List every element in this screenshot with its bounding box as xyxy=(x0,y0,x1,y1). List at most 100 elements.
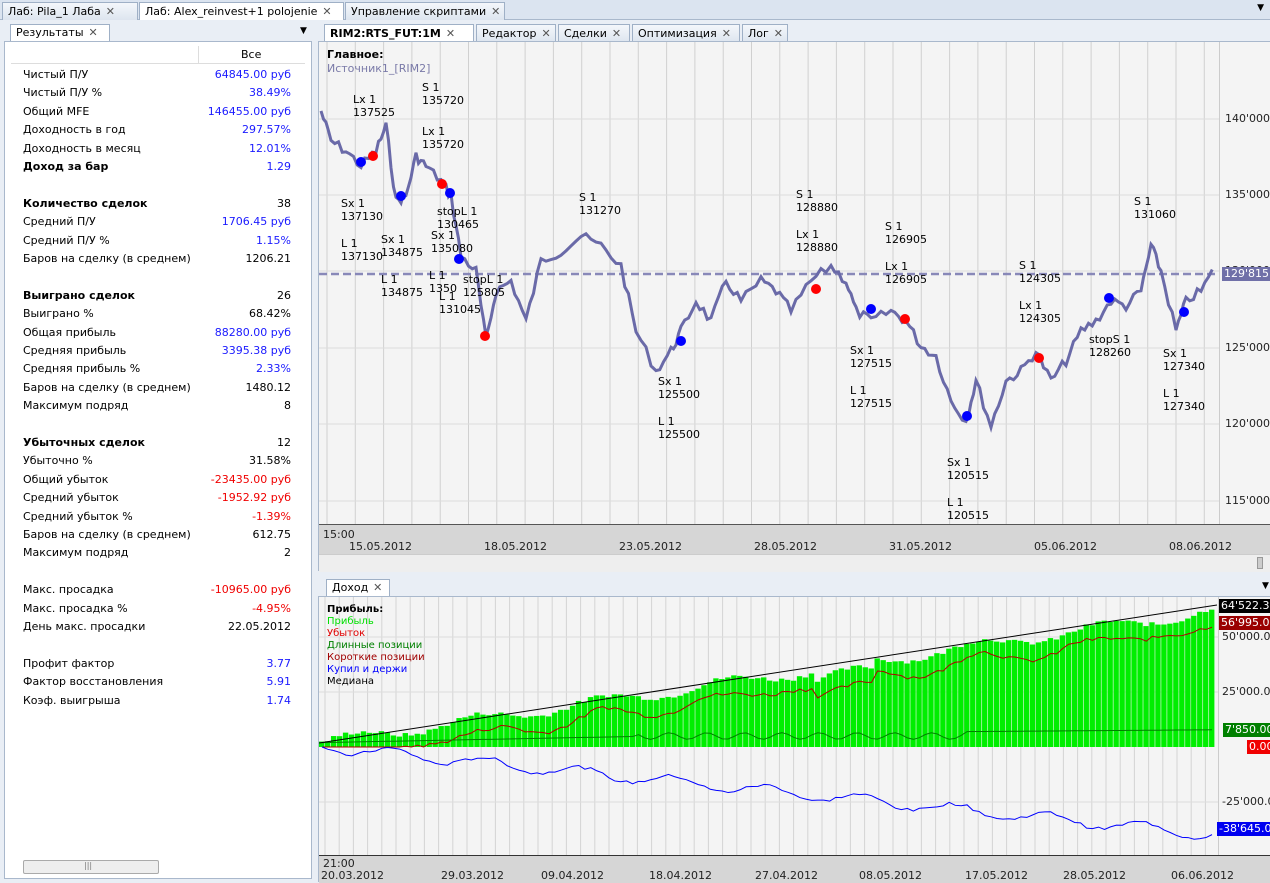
profit-bar xyxy=(778,678,785,747)
tab-log[interactable]: Лог ✕ xyxy=(742,24,788,42)
trade-marker xyxy=(811,284,821,294)
result-row xyxy=(23,563,291,581)
result-row: День макс. просадки 22.05.2012 xyxy=(23,618,291,636)
x-tick: 05.06.2012 xyxy=(1034,540,1097,553)
close-icon[interactable]: ✕ xyxy=(373,581,382,594)
profit-bar xyxy=(1209,609,1215,747)
tab-lab-pila[interactable]: Лаб: Pila_1 Лаба ✕ xyxy=(2,2,138,20)
trade-annotation: L 1 127340 xyxy=(1163,387,1205,413)
tab-chart-rim2[interactable]: RIM2:RTS_FUT:1M ✕ xyxy=(324,24,474,42)
close-icon[interactable]: ✕ xyxy=(106,5,115,18)
x-tick: 20.03.2012 xyxy=(321,869,384,882)
row-label: Макс. просадка % xyxy=(23,601,128,615)
legend-item: Купил и держи xyxy=(327,664,408,675)
result-row: Средний П/У 1706.45 руб xyxy=(23,213,291,231)
profit-bar xyxy=(516,716,522,747)
row-label: Общий MFE xyxy=(23,104,90,118)
profit-bar xyxy=(665,696,671,747)
profit-bar xyxy=(982,639,988,747)
row-label: Баров на сделку (в среднем) xyxy=(23,252,191,265)
horizontal-scrollbar[interactable]: ||| xyxy=(23,860,159,874)
row-label: Средняя прибыль xyxy=(23,344,127,357)
profit-bar xyxy=(534,715,540,747)
result-row: Макс. просадка % -4.95% xyxy=(23,600,291,618)
profit-bar xyxy=(1137,622,1143,747)
trade-annotation: Sx 1 127340 xyxy=(1163,347,1205,373)
profit-bar xyxy=(593,695,600,747)
close-icon[interactable]: ✕ xyxy=(774,27,783,40)
result-row xyxy=(23,268,291,286)
short-tag: 56'995.00 xyxy=(1219,616,1270,630)
profit-bar xyxy=(1089,625,1095,747)
tab-lab-alex[interactable]: Лаб: Alex_reinvest+1 polojenie ✕ xyxy=(139,2,344,20)
trade-marker xyxy=(1034,353,1044,363)
tab-editor[interactable]: Редактор ✕ xyxy=(476,24,556,42)
dropdown-icon[interactable]: ▼ xyxy=(1257,3,1264,13)
tab-optimization[interactable]: Оптимизация ✕ xyxy=(632,24,740,42)
profit-bar xyxy=(1161,624,1167,747)
profit-bar xyxy=(749,678,755,747)
profit-bar xyxy=(946,648,952,747)
trade-marker xyxy=(396,191,406,201)
close-icon[interactable]: ✕ xyxy=(446,27,455,40)
profit-bar xyxy=(486,715,492,747)
close-icon[interactable]: ✕ xyxy=(322,5,331,18)
profit-bar xyxy=(569,705,576,747)
profit-bar xyxy=(360,731,367,747)
profit-bar xyxy=(456,718,462,747)
result-row: Максимум подряд 8 xyxy=(23,397,291,415)
result-row: Баров на сделку (в среднем) 612.75 xyxy=(23,526,291,544)
trade-annotation: L 1 125500 xyxy=(658,415,700,441)
x-tick: 18.05.2012 xyxy=(484,540,547,553)
row-label: Баров на сделку (в среднем) xyxy=(23,528,191,541)
profit-bar xyxy=(838,668,845,747)
profit-bar xyxy=(1125,620,1131,747)
profit-bar xyxy=(545,716,552,747)
result-row xyxy=(23,636,291,654)
row-value: 2 xyxy=(284,546,291,560)
row-value: 1480.12 xyxy=(245,380,292,394)
y-tick: 115'000 xyxy=(1225,494,1270,507)
close-icon[interactable]: ✕ xyxy=(491,5,500,18)
profit-bar xyxy=(587,697,594,747)
close-icon[interactable]: ✕ xyxy=(542,27,551,40)
chart-scrollbar[interactable] xyxy=(319,554,1270,572)
tab-profit[interactable]: Доход ✕ xyxy=(326,579,390,596)
x-tick: 23.05.2012 xyxy=(619,540,682,553)
profit-bar xyxy=(1173,622,1179,747)
y-tick: 135'000 xyxy=(1225,188,1270,201)
profit-bar xyxy=(348,734,355,747)
row-label: Максимум подряд xyxy=(23,546,129,560)
tab-results[interactable]: Результаты ✕ xyxy=(10,24,110,41)
column-header-all: Все xyxy=(241,48,262,61)
result-row xyxy=(23,416,291,434)
dropdown-icon[interactable]: ▼ xyxy=(1262,581,1269,591)
y-tick: -25'000.00 xyxy=(1222,795,1270,808)
close-icon[interactable]: ✕ xyxy=(89,26,98,39)
row-value: 3.77 xyxy=(266,656,292,670)
y-tick: 50'000.00 xyxy=(1222,630,1270,643)
profit-bar xyxy=(641,699,647,747)
tab-deals[interactable]: Сделки ✕ xyxy=(558,24,630,42)
results-panel: Все Чистый П/У 64845.00 руб Чистый П/У % 38… xyxy=(4,41,312,879)
legend-item: Убыток xyxy=(327,628,366,639)
profit-bar xyxy=(940,653,946,747)
trade-annotation: Sx 1 137130 xyxy=(341,197,383,223)
close-icon[interactable]: ✕ xyxy=(722,27,731,40)
legend-title: Прибыль: xyxy=(327,604,384,615)
row-label: Профит фактор xyxy=(23,656,115,670)
profit-bar xyxy=(653,700,659,747)
profit-bar xyxy=(540,715,546,747)
row-label: Общая прибыль xyxy=(23,325,116,339)
close-icon[interactable]: ✕ xyxy=(612,27,621,40)
profit-bar xyxy=(880,660,886,747)
result-row: Средняя прибыль % 2.33% xyxy=(23,360,291,378)
trade-annotation: Sx 1 120515 xyxy=(947,456,989,482)
x-tick: 15.05.2012 xyxy=(349,540,412,553)
row-label: Фактор восстановления xyxy=(23,675,164,689)
tab-script-manager[interactable]: Управление скриптами ✕ xyxy=(345,2,505,20)
dropdown-icon[interactable]: ▼ xyxy=(300,26,307,36)
result-row: Убыточных сделок 12 xyxy=(23,434,291,452)
profit-chart[interactable] xyxy=(319,597,1270,883)
profit-bar xyxy=(743,676,749,747)
